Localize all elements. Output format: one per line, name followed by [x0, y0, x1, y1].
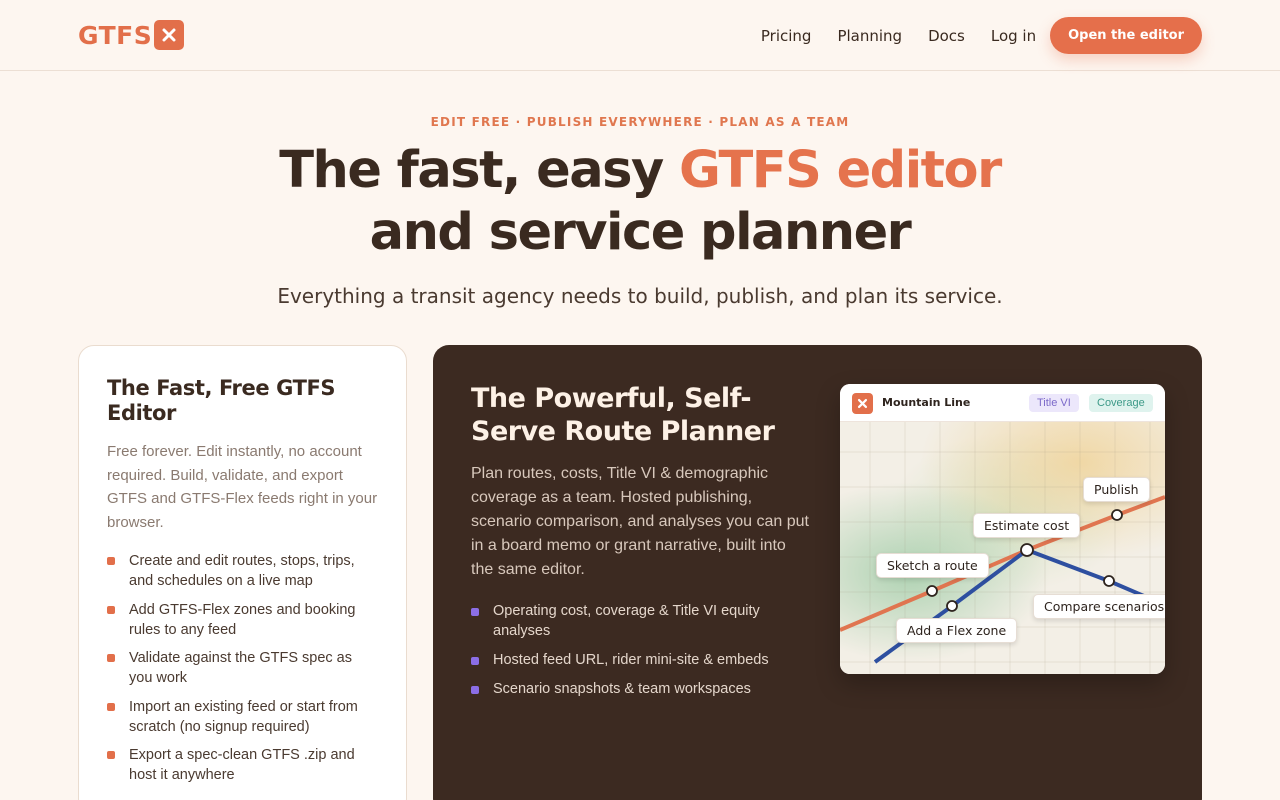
bullet-icon — [471, 656, 479, 665]
nav-planning[interactable]: Planning — [837, 27, 902, 45]
headline-part2: and service planner — [369, 203, 912, 262]
bullet-icon — [107, 702, 115, 711]
stop-marker[interactable] — [1020, 543, 1034, 557]
flex-zone-tag: Add a Flex zone — [896, 618, 1018, 643]
stop-marker[interactable] — [946, 600, 958, 612]
feature-text: Add GTFS-Flex zones and booking rules to… — [129, 601, 356, 638]
feature-text: Create and edit routes, stops, trips, an… — [129, 553, 355, 589]
sketch-route-tag: Sketch a route — [876, 553, 989, 578]
feature-text: Export a spec-clean GTFS .zip and host i… — [129, 747, 355, 783]
bullet-icon — [107, 751, 115, 759]
open-editor-button[interactable]: Open the editor — [1050, 17, 1202, 54]
bullet-icon — [471, 685, 479, 694]
map-preview: Mountain Line Title VI Coverage Publish … — [840, 384, 1165, 674]
list-item: Add GTFS-Flex zones and booking rules to… — [107, 600, 378, 640]
publish-tag: Publish — [1083, 477, 1150, 502]
list-item: Hosted feed URL, rider mini-site & embed… — [471, 651, 801, 671]
list-item: Scenario snapshots & team workspaces — [471, 680, 801, 700]
headline-accent: GTFS editor — [679, 141, 1002, 200]
headline-part1: The fast, easy — [279, 141, 680, 200]
agency-name: Mountain Line — [882, 396, 971, 409]
list-item: Operating cost, coverage & Title VI equi… — [471, 602, 801, 641]
nav-pricing[interactable]: Pricing — [761, 27, 812, 45]
planner-feature-list: Operating cost, coverage & Title VI equi… — [471, 602, 801, 709]
map-preview-header: Mountain Line Title VI Coverage — [840, 384, 1165, 422]
logo-text: GTFS — [78, 20, 153, 50]
route-planner-card: The Powerful, Self-Serve Route Planner P… — [433, 345, 1202, 800]
coverage-pill: Coverage — [1089, 394, 1153, 412]
bullet-icon — [107, 605, 115, 614]
gtfsx-logo[interactable]: GTFS — [78, 20, 185, 50]
list-item: Validate against the GTFS spec as you wo… — [107, 648, 378, 688]
stop-marker[interactable] — [1103, 575, 1115, 587]
feature-text: Import an existing feed or start from sc… — [129, 698, 358, 735]
x-icon — [852, 393, 873, 414]
login-link[interactable]: Log in — [991, 27, 1036, 45]
list-item: Import an existing feed or start from sc… — [107, 697, 378, 737]
feature-text: Hosted feed URL, rider mini-site & embed… — [493, 651, 769, 668]
hero-headline: The fast, easy GTFS editor and service p… — [0, 140, 1280, 264]
free-card-description: Free forever. Edit instantly, no account… — [107, 443, 378, 531]
stop-marker[interactable] — [926, 585, 938, 597]
feature-text: Scenario snapshots & team workspaces — [493, 680, 751, 697]
feature-text: Operating cost, coverage & Title VI equi… — [493, 603, 760, 639]
compare-scenarios-tag: Compare scenarios — [1033, 594, 1165, 619]
bullet-icon — [471, 608, 479, 616]
bullet-icon — [107, 557, 115, 565]
free-card-feature-list: Create and edit routes, stops, trips, an… — [107, 551, 378, 785]
nav-docs[interactable]: Docs — [928, 27, 965, 45]
planner-card-title: The Powerful, Self-Serve Route Planner — [471, 383, 775, 447]
planner-card-description: Plan routes, costs, Title VI & demograph… — [471, 465, 809, 578]
list-item: Export a spec-clean GTFS .zip and host i… — [107, 745, 378, 785]
feature-text: Validate against the GTFS spec as you wo… — [129, 650, 352, 686]
x-icon — [154, 20, 185, 50]
map-canvas: Publish Estimate cost Sketch a route Com… — [840, 422, 1165, 674]
bullet-icon — [107, 654, 115, 662]
hero-subhead: Everything a transit agency needs to bui… — [277, 284, 1003, 308]
main-nav: Pricing Planning Docs Log in Open the ed… — [761, 17, 1202, 54]
top-nav-bar: GTFS Pricing Planning Docs Log in Open t… — [0, 0, 1280, 71]
list-item: Create and edit routes, stops, trips, an… — [107, 551, 378, 591]
estimate-cost-tag: Estimate cost — [973, 513, 1081, 538]
title-vi-pill: Title VI — [1029, 394, 1079, 412]
stop-marker[interactable] — [1111, 509, 1123, 521]
free-editor-card: The Fast, Free GTFS Editor Free forever.… — [78, 345, 407, 800]
hero-eyebrow: EDIT FREE · PUBLISH EVERYWHERE · PLAN AS… — [430, 115, 850, 129]
free-card-title: The Fast, Free GTFS Editor — [107, 376, 336, 425]
